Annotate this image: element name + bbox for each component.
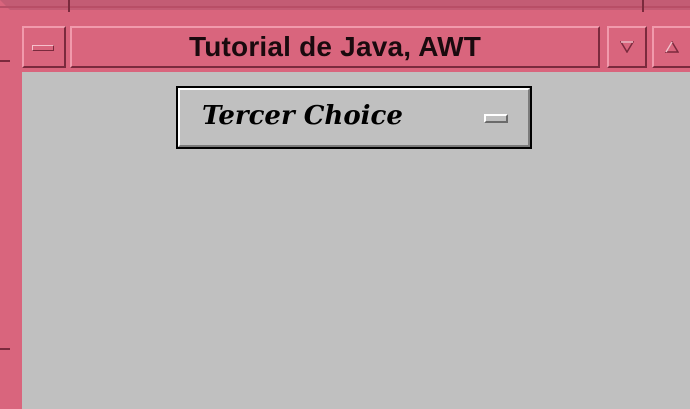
window-title: Tutorial de Java, AWT [188, 31, 482, 62]
minimize-button[interactable] [607, 26, 647, 68]
title-area[interactable]: Tutorial de Java, AWT [70, 26, 600, 68]
option-menu-indicator-icon [484, 114, 508, 123]
window-menu-icon [32, 45, 54, 51]
frame-seam [0, 348, 10, 350]
frame-seam [68, 0, 70, 12]
choice-dropdown[interactable]: Tercer Choice [176, 86, 532, 149]
choice-selected-label: Tercer Choice [202, 101, 403, 131]
frame-seam [642, 0, 644, 12]
window-menu-button[interactable] [22, 26, 66, 68]
maximize-icon [665, 41, 679, 53]
maximize-button[interactable] [652, 26, 690, 68]
frame-seam [0, 60, 10, 62]
minimize-icon [620, 41, 634, 53]
title-bar[interactable]: Tutorial de Java, AWT [12, 12, 690, 69]
frame-seam [0, 6, 690, 8]
